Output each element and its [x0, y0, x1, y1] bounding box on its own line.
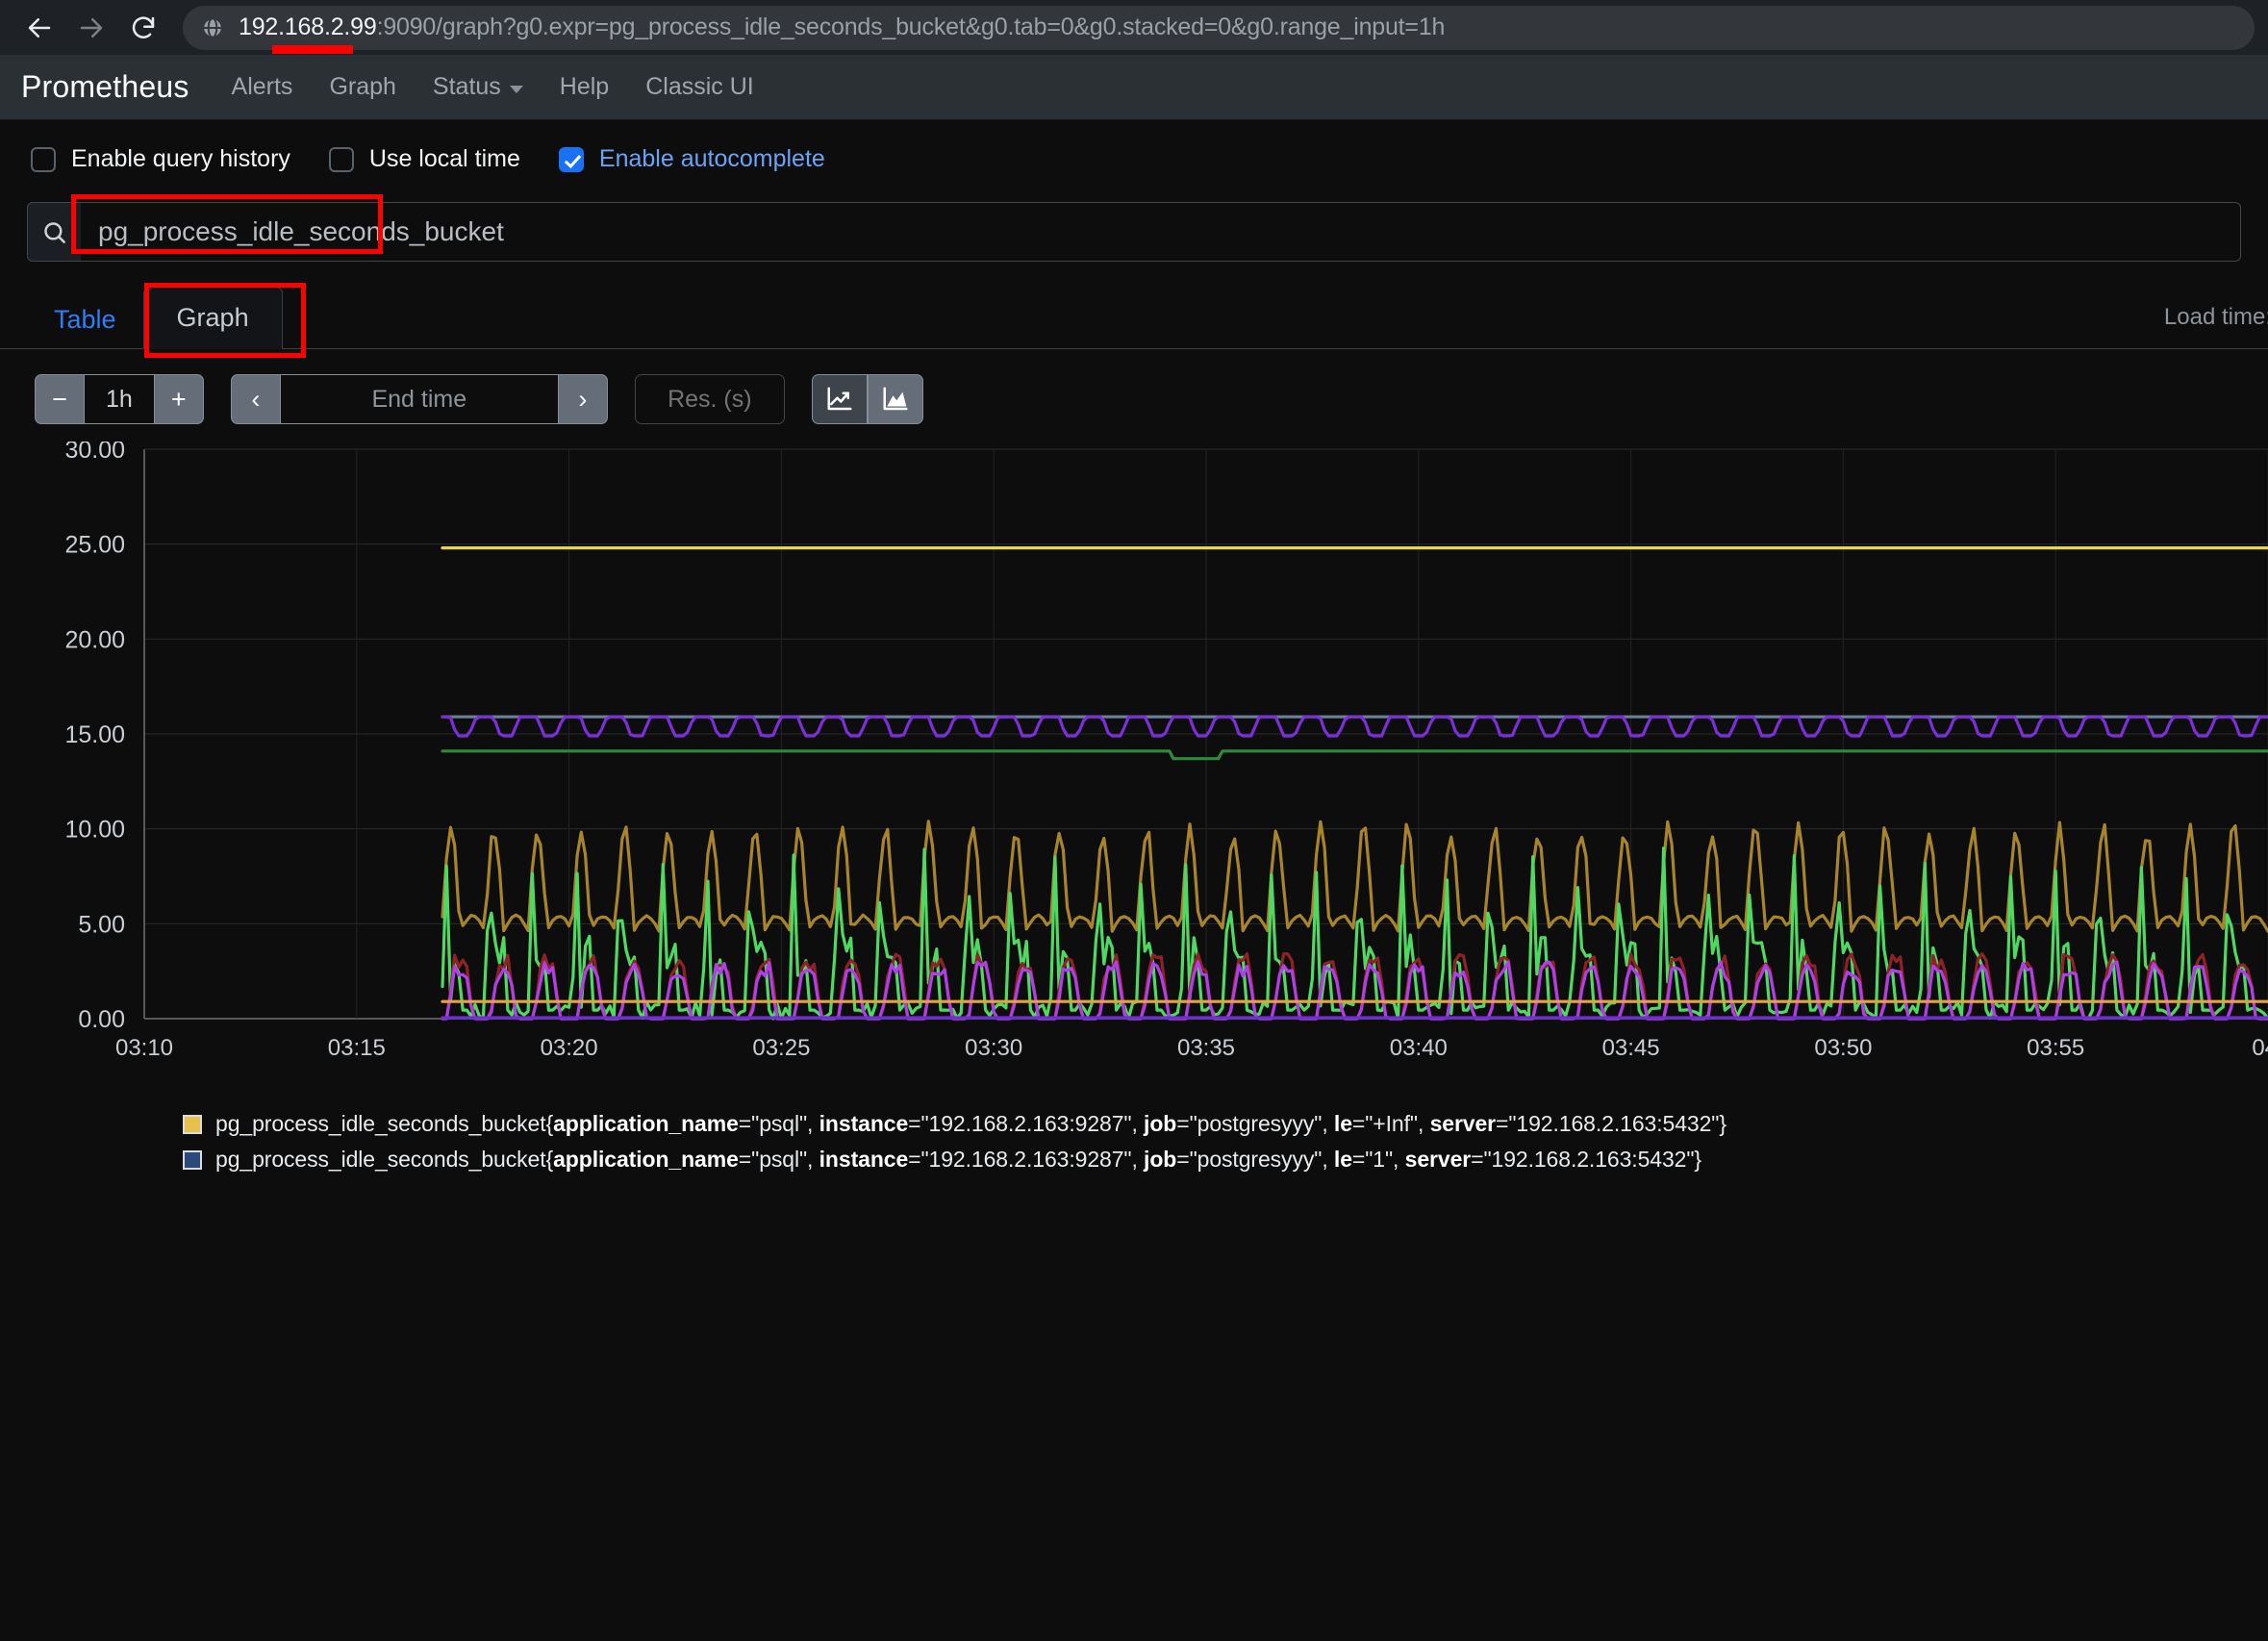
tab-table[interactable]: Table	[27, 291, 143, 348]
brand-title[interactable]: Prometheus	[21, 69, 189, 105]
checkbox-enable-query-history[interactable]	[31, 146, 56, 172]
nav-item-classic-ui[interactable]: Classic UI	[645, 73, 754, 101]
x-axis-tick-label: 03:30	[965, 1035, 1022, 1061]
url-host: 192.168.2.99	[239, 13, 377, 40]
line-chart-toggle[interactable]	[811, 374, 868, 424]
y-axis-tick-label: 10.00	[64, 817, 125, 844]
x-axis-tick-label: 03:35	[1177, 1035, 1235, 1061]
end-time-input[interactable]: End time	[280, 374, 558, 424]
x-axis-tick-label: 03:45	[1602, 1035, 1660, 1061]
back-button[interactable]	[13, 2, 65, 54]
area-chart-icon	[883, 387, 908, 411]
load-time-label: Load time:	[2163, 304, 2268, 330]
x-axis-tick-label: 03:15	[328, 1035, 386, 1061]
option-enable-autocomplete[interactable]: Enable autocomplete	[558, 145, 825, 173]
query-input-group	[27, 194, 2241, 262]
result-tabs: Table Graph Load time:	[0, 283, 2268, 358]
legend-label: pg_process_idle_seconds_bucket{applicati…	[215, 1111, 1726, 1136]
nav-item-help[interactable]: Help	[560, 73, 609, 101]
query-options-row: Enable query history Use local time Enab…	[0, 120, 2268, 173]
option-label: Enable autocomplete	[598, 145, 825, 172]
option-label: Enable query history	[71, 145, 290, 172]
arrow-left-icon	[28, 17, 51, 38]
nav-item-graph[interactable]: Graph	[329, 73, 395, 101]
reload-button[interactable]	[117, 2, 169, 54]
x-axis-tick-label: 03:55	[2027, 1035, 2084, 1061]
range-decrease-button[interactable]: −	[35, 374, 85, 424]
chevron-down-icon	[509, 86, 523, 93]
legend-item[interactable]: pg_process_idle_seconds_bucket{applicati…	[183, 1111, 2268, 1137]
legend-swatch	[183, 1114, 202, 1134]
y-axis-tick-label: 5.00	[78, 911, 125, 938]
legend-swatch	[183, 1149, 202, 1170]
tab-graph[interactable]: Graph	[142, 287, 283, 349]
y-axis-tick-label: 0.00	[78, 1006, 125, 1033]
resolution-input[interactable]	[634, 374, 785, 424]
nav-label: Alerts	[231, 73, 293, 100]
url-annotation-underline	[272, 45, 353, 54]
legend-label: pg_process_idle_seconds_bucket{applicati…	[215, 1147, 1701, 1172]
url-path: :9090/graph?g0.expr=pg_process_idle_seco…	[376, 13, 1446, 40]
option-enable-query-history[interactable]: Enable query history	[31, 145, 290, 173]
range-increase-button[interactable]: +	[153, 374, 204, 424]
nav-label: Status	[432, 73, 501, 100]
legend-item[interactable]: pg_process_idle_seconds_bucket{applicati…	[183, 1147, 2268, 1173]
y-axis-tick-label: 15.00	[64, 721, 125, 748]
option-label: Use local time	[368, 145, 520, 172]
nav-label: Classic UI	[645, 73, 754, 100]
forward-button[interactable]	[65, 2, 117, 54]
nav-item-status[interactable]: Status	[433, 73, 523, 101]
address-bar[interactable]: 192.168.2.99:9090/graph?g0.expr=pg_proce…	[183, 5, 2255, 50]
checkbox-enable-autocomplete[interactable]	[558, 146, 584, 172]
nav-label: Help	[559, 73, 610, 100]
chart-type-toggle	[811, 374, 923, 424]
end-time-prev-button[interactable]: ‹	[230, 374, 281, 424]
browser-toolbar: 192.168.2.99:9090/graph?g0.expr=pg_proce…	[0, 0, 2268, 55]
globe-icon	[200, 15, 225, 40]
end-time-group: ‹ End time ›	[230, 374, 608, 424]
checkbox-use-local-time[interactable]	[328, 146, 354, 172]
arrow-right-icon	[80, 17, 103, 38]
range-stepper: − 1h +	[35, 374, 204, 424]
nav-links: Alerts Graph Status Help Classic UI	[232, 73, 754, 101]
search-icon	[44, 221, 65, 243]
option-use-local-time[interactable]: Use local time	[328, 145, 520, 173]
prometheus-navbar: Prometheus Alerts Graph Status Help Clas…	[0, 55, 2268, 120]
y-axis-tick-label: 20.00	[64, 626, 125, 653]
reload-icon	[132, 15, 155, 38]
x-axis-tick-label: 03:50	[1814, 1035, 1872, 1061]
search-icon-button[interactable]	[27, 202, 81, 262]
graph-controls: − 1h + ‹ End time ›	[0, 349, 2268, 424]
x-axis-tick-label: 03:20	[541, 1035, 598, 1061]
chart-legend: pg_process_idle_seconds_bucket{applicati…	[0, 1096, 2268, 1173]
y-axis-tick-label: 30.00	[64, 442, 125, 464]
line-chart-icon	[827, 387, 852, 411]
stacked-chart-toggle[interactable]	[867, 374, 923, 424]
nav-label: Graph	[329, 73, 396, 100]
range-value[interactable]: 1h	[85, 374, 154, 424]
x-axis-tick-label: 03:40	[1390, 1035, 1448, 1061]
x-axis-tick-label: 03:25	[752, 1035, 810, 1061]
x-axis-tick-label: 03:10	[115, 1035, 173, 1061]
nav-item-alerts[interactable]: Alerts	[232, 73, 293, 101]
x-axis-tick-label: 04:	[2252, 1035, 2268, 1061]
expression-input[interactable]	[81, 202, 2241, 262]
y-axis-tick-label: 25.00	[64, 532, 125, 559]
url-text: 192.168.2.99:9090/graph?g0.expr=pg_proce…	[239, 13, 1445, 41]
time-series-chart[interactable]: 30.00 25.00 20.00 15.00 10.00 5.00 0.0003:10 03…	[0, 442, 2268, 1096]
graph-panel[interactable]: 30.00 25.00 20.00 15.00 10.00 5.00 0.00 03:10 03…	[0, 442, 2268, 1096]
end-time-next-button[interactable]: ›	[557, 374, 608, 424]
